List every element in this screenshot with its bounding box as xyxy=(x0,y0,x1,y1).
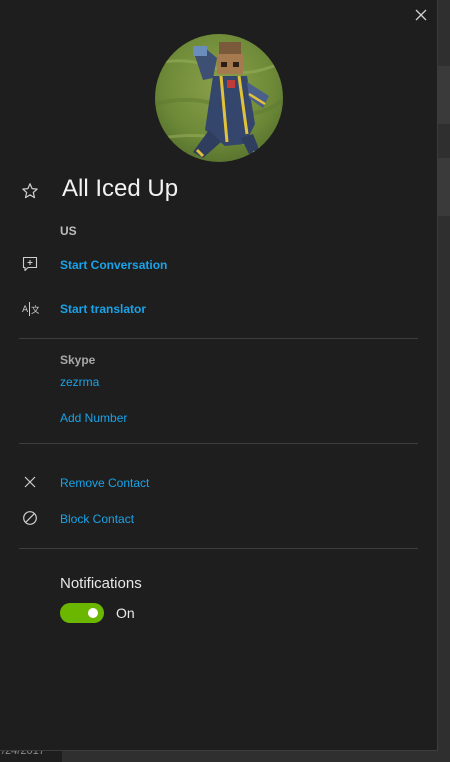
block-contact-row[interactable]: Block Contact xyxy=(0,509,437,529)
contact-name-row: All Iced Up xyxy=(0,172,437,210)
close-icon xyxy=(21,473,39,491)
contact-name: All Iced Up xyxy=(62,175,179,202)
divider xyxy=(19,548,418,549)
divider xyxy=(19,443,418,444)
remove-contact-link[interactable]: Remove Contact xyxy=(60,476,149,490)
notifications-title: Notifications xyxy=(60,575,142,592)
translate-icon: A 文 xyxy=(21,300,39,318)
background-panel-edge xyxy=(438,158,450,216)
notifications-toggle[interactable] xyxy=(60,603,104,623)
svg-text:文: 文 xyxy=(31,304,39,316)
background-panel-edge xyxy=(438,66,450,124)
add-chat-icon xyxy=(21,255,39,273)
start-conversation-row[interactable]: Start Conversation xyxy=(0,255,437,275)
divider xyxy=(19,338,418,339)
avatar[interactable] xyxy=(155,34,283,162)
start-translator-link[interactable]: Start translator xyxy=(60,302,146,316)
star-icon[interactable] xyxy=(21,182,39,200)
block-contact-link[interactable]: Block Contact xyxy=(60,512,134,526)
svg-text:A: A xyxy=(22,305,29,315)
close-icon xyxy=(415,9,427,21)
skype-username[interactable]: zezrma xyxy=(60,375,99,389)
toggle-knob xyxy=(88,608,98,618)
remove-contact-row[interactable]: Remove Contact xyxy=(0,473,437,493)
start-translator-row[interactable]: A 文 Start translator xyxy=(0,299,437,319)
block-icon xyxy=(21,509,39,527)
notifications-toggle-state: On xyxy=(116,605,135,621)
contact-profile-panel: All Iced Up US Start Conversation A 文 St… xyxy=(0,0,438,751)
add-number-link[interactable]: Add Number xyxy=(60,411,127,425)
skype-label: Skype xyxy=(60,353,96,367)
close-button[interactable] xyxy=(411,5,431,25)
contact-country: US xyxy=(60,224,77,238)
avatar-image xyxy=(155,34,283,162)
start-conversation-link[interactable]: Start Conversation xyxy=(60,258,167,272)
